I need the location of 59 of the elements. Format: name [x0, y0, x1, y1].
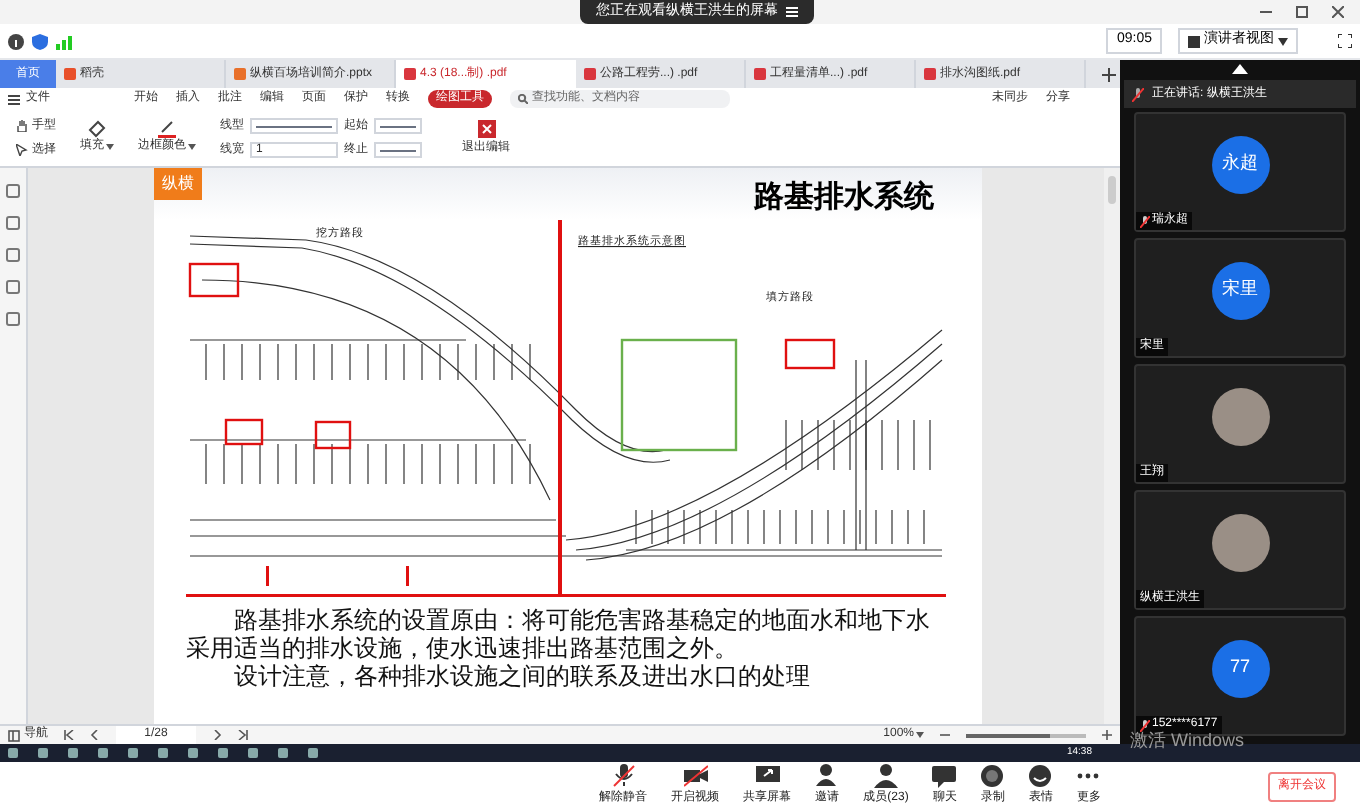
pdf-file-icon: [404, 68, 416, 80]
slide-title: 路基排水系统: [754, 180, 934, 216]
mic-off-icon: [611, 763, 636, 787]
annotation-box: [784, 338, 836, 370]
cursor-icon: [16, 144, 28, 156]
end-arrow-dropdown[interactable]: [374, 142, 422, 158]
start-arrow-dropdown[interactable]: [374, 118, 422, 134]
record-icon: [980, 763, 1005, 787]
annotation-box: [188, 262, 240, 298]
previous-page-icon[interactable]: [90, 730, 100, 740]
members-icon: [873, 763, 898, 787]
list-icon: [786, 6, 798, 18]
first-page-icon[interactable]: [64, 730, 74, 740]
video-off-icon: [683, 763, 708, 787]
pdf-file-icon: [584, 68, 596, 80]
last-page-icon[interactable]: [238, 730, 248, 740]
fullscreen-icon[interactable]: [1338, 34, 1352, 48]
hand-icon: [16, 120, 28, 132]
slide-logo: 纵横: [154, 168, 202, 200]
docer-file-icon: [64, 68, 76, 80]
annotation-mark: [266, 566, 269, 586]
caret-down-icon: [106, 144, 114, 150]
plus-icon[interactable]: [1102, 67, 1116, 81]
restore-icon: [1296, 6, 1308, 18]
mic-off-icon: [1132, 87, 1144, 101]
paint-bucket-icon: [88, 120, 106, 138]
pdf-file-icon: [924, 68, 936, 80]
shield-icon: [32, 33, 48, 49]
close-icon: [477, 119, 495, 137]
ppt-file-icon: [234, 68, 246, 80]
pdf-file-icon: [754, 68, 766, 80]
close-icon: [1332, 6, 1344, 18]
mic-off-icon: [1140, 719, 1150, 731]
minimize-icon: [1260, 6, 1272, 18]
slide-paragraph: 路基排水系统的设置原由：将可能危害路基稳定的地面水和地下水采用适当的排水设施，使水迅速排出路基范围之外。: [186, 606, 932, 662]
layout-icon: [1188, 35, 1200, 47]
caret-down-icon: [188, 144, 196, 150]
caret-down-icon: [1278, 37, 1288, 45]
scrollbar-thumb[interactable]: [1108, 176, 1116, 204]
zoom-in-icon[interactable]: [1102, 730, 1112, 740]
menu-icon[interactable]: [8, 93, 20, 105]
photo-placeholder: [1211, 387, 1269, 445]
invite-icon: [815, 763, 840, 787]
photo-placeholder: [1211, 513, 1269, 571]
caret-down-icon: [916, 732, 924, 738]
info-icon: [8, 33, 24, 49]
signal-icon: [56, 33, 72, 49]
line-type-dropdown[interactable]: [250, 118, 338, 134]
slide-paragraph: 设计注意，各种排水设施之间的联系及进出水口的处理: [232, 662, 812, 690]
annotation-box: [314, 420, 352, 450]
annotation-box: [224, 418, 264, 446]
pen-icon: [158, 120, 176, 138]
next-page-icon[interactable]: [212, 730, 222, 740]
zoom-out-icon[interactable]: [940, 730, 950, 740]
caret-up-icon: [1232, 64, 1248, 74]
mic-off-icon: [1140, 215, 1150, 227]
annotation-box: [620, 338, 738, 452]
annotation-mark: [406, 566, 409, 586]
panel-icon: [8, 729, 20, 741]
